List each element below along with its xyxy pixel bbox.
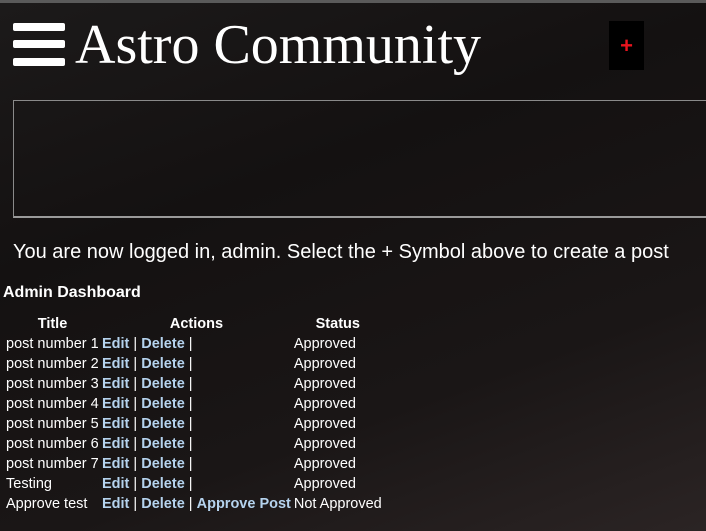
login-message: You are now logged in, admin. Select the…	[13, 241, 669, 263]
action-separator: |	[188, 496, 193, 512]
posts-table: Title Actions Status post number 1 Edit |…	[3, 314, 382, 514]
dashboard-heading: Admin Dashboard	[3, 284, 141, 301]
column-header-actions: Actions	[169, 316, 224, 332]
action-separator: |	[133, 336, 138, 352]
edit-link[interactable]: Edit	[102, 416, 129, 432]
action-separator: |	[188, 476, 193, 492]
action-separator: |	[133, 436, 138, 452]
action-separator: |	[133, 416, 138, 432]
status-cell: Approved	[293, 336, 356, 352]
actions-cell: Edit | Delete |	[99, 354, 291, 374]
actions-cell: Edit | Delete |	[99, 414, 291, 434]
status-cell: Approved	[293, 476, 356, 492]
status-cell: Not Approved	[293, 496, 382, 512]
delete-link[interactable]: Delete	[141, 436, 185, 452]
site-title: Astro Community	[75, 14, 482, 76]
table-row: Testing Edit | Delete | Approved	[3, 474, 382, 494]
table-row: post number 5 Edit | Delete | Approved	[3, 414, 382, 434]
approve-post-link[interactable]: Approve Post	[197, 496, 291, 512]
delete-link[interactable]: Delete	[141, 456, 185, 472]
action-separator: |	[133, 396, 138, 412]
edit-link[interactable]: Edit	[102, 436, 129, 452]
action-separator: |	[188, 356, 193, 372]
actions-cell: Edit | Delete |	[99, 334, 291, 354]
action-separator: |	[188, 396, 193, 412]
menu-bar	[13, 23, 65, 31]
delete-link[interactable]: Delete	[141, 496, 185, 512]
post-title-cell: post number 3	[6, 376, 99, 392]
post-title-cell: post number 5	[6, 416, 99, 432]
menu-bar	[13, 58, 65, 66]
action-separator: |	[188, 416, 193, 432]
table-row: Approve test Edit | Delete | Approve Post…	[3, 494, 382, 514]
edit-link[interactable]: Edit	[102, 376, 129, 392]
action-separator: |	[133, 356, 138, 372]
edit-link[interactable]: Edit	[102, 456, 129, 472]
menu-bar	[13, 40, 65, 48]
table-header-row: Title Actions Status	[3, 314, 382, 334]
action-separator: |	[188, 456, 193, 472]
delete-link[interactable]: Delete	[141, 356, 185, 372]
action-separator: |	[133, 476, 138, 492]
action-separator: |	[133, 456, 138, 472]
actions-cell: Edit | Delete |	[99, 434, 291, 454]
table-row: post number 3 Edit | Delete | Approved	[3, 374, 382, 394]
top-border	[0, 0, 706, 3]
actions-cell: Edit | Delete |	[99, 374, 291, 394]
actions-cell: Edit | Delete | Approve Post	[99, 494, 291, 514]
table-row: post number 7 Edit | Delete | Approved	[3, 454, 382, 474]
actions-cell: Edit | Delete |	[99, 474, 291, 494]
action-separator: |	[188, 436, 193, 452]
table-row: post number 4 Edit | Delete | Approved	[3, 394, 382, 414]
post-title-cell: post number 7	[6, 456, 99, 472]
delete-link[interactable]: Delete	[141, 416, 185, 432]
post-title-cell: post number 1	[6, 336, 99, 352]
post-title-cell: post number 4	[6, 396, 99, 412]
edit-link[interactable]: Edit	[102, 356, 129, 372]
edit-link[interactable]: Edit	[102, 396, 129, 412]
table-row: post number 6 Edit | Delete | Approved	[3, 434, 382, 454]
post-title-cell: Approve test	[6, 496, 88, 512]
status-cell: Approved	[293, 456, 356, 472]
status-cell: Approved	[293, 436, 356, 452]
status-cell: Approved	[293, 356, 356, 372]
post-textarea[interactable]	[13, 100, 706, 218]
edit-link[interactable]: Edit	[102, 496, 129, 512]
post-title-cell: post number 6	[6, 436, 99, 452]
action-separator: |	[188, 336, 193, 352]
table-body: post number 1 Edit | Delete | Approved post…	[3, 334, 382, 514]
status-cell: Approved	[293, 376, 356, 392]
table-row: post number 2 Edit | Delete | Approved	[3, 354, 382, 374]
table-row: post number 1 Edit | Delete | Approved	[3, 334, 382, 354]
column-header-status: Status	[315, 316, 360, 332]
add-post-button[interactable]: +	[609, 21, 644, 70]
column-header-title: Title	[37, 316, 68, 332]
delete-link[interactable]: Delete	[141, 336, 185, 352]
delete-link[interactable]: Delete	[141, 396, 185, 412]
delete-link[interactable]: Delete	[141, 476, 185, 492]
post-title-cell: Testing	[6, 476, 52, 492]
action-separator: |	[133, 376, 138, 392]
actions-cell: Edit | Delete |	[99, 454, 291, 474]
post-title-cell: post number 2	[6, 356, 99, 372]
status-cell: Approved	[293, 396, 356, 412]
delete-link[interactable]: Delete	[141, 376, 185, 392]
action-separator: |	[133, 496, 138, 512]
edit-link[interactable]: Edit	[102, 476, 129, 492]
edit-link[interactable]: Edit	[102, 336, 129, 352]
action-separator: |	[188, 376, 193, 392]
hamburger-menu-icon[interactable]	[13, 23, 65, 67]
actions-cell: Edit | Delete |	[99, 394, 291, 414]
status-cell: Approved	[293, 416, 356, 432]
